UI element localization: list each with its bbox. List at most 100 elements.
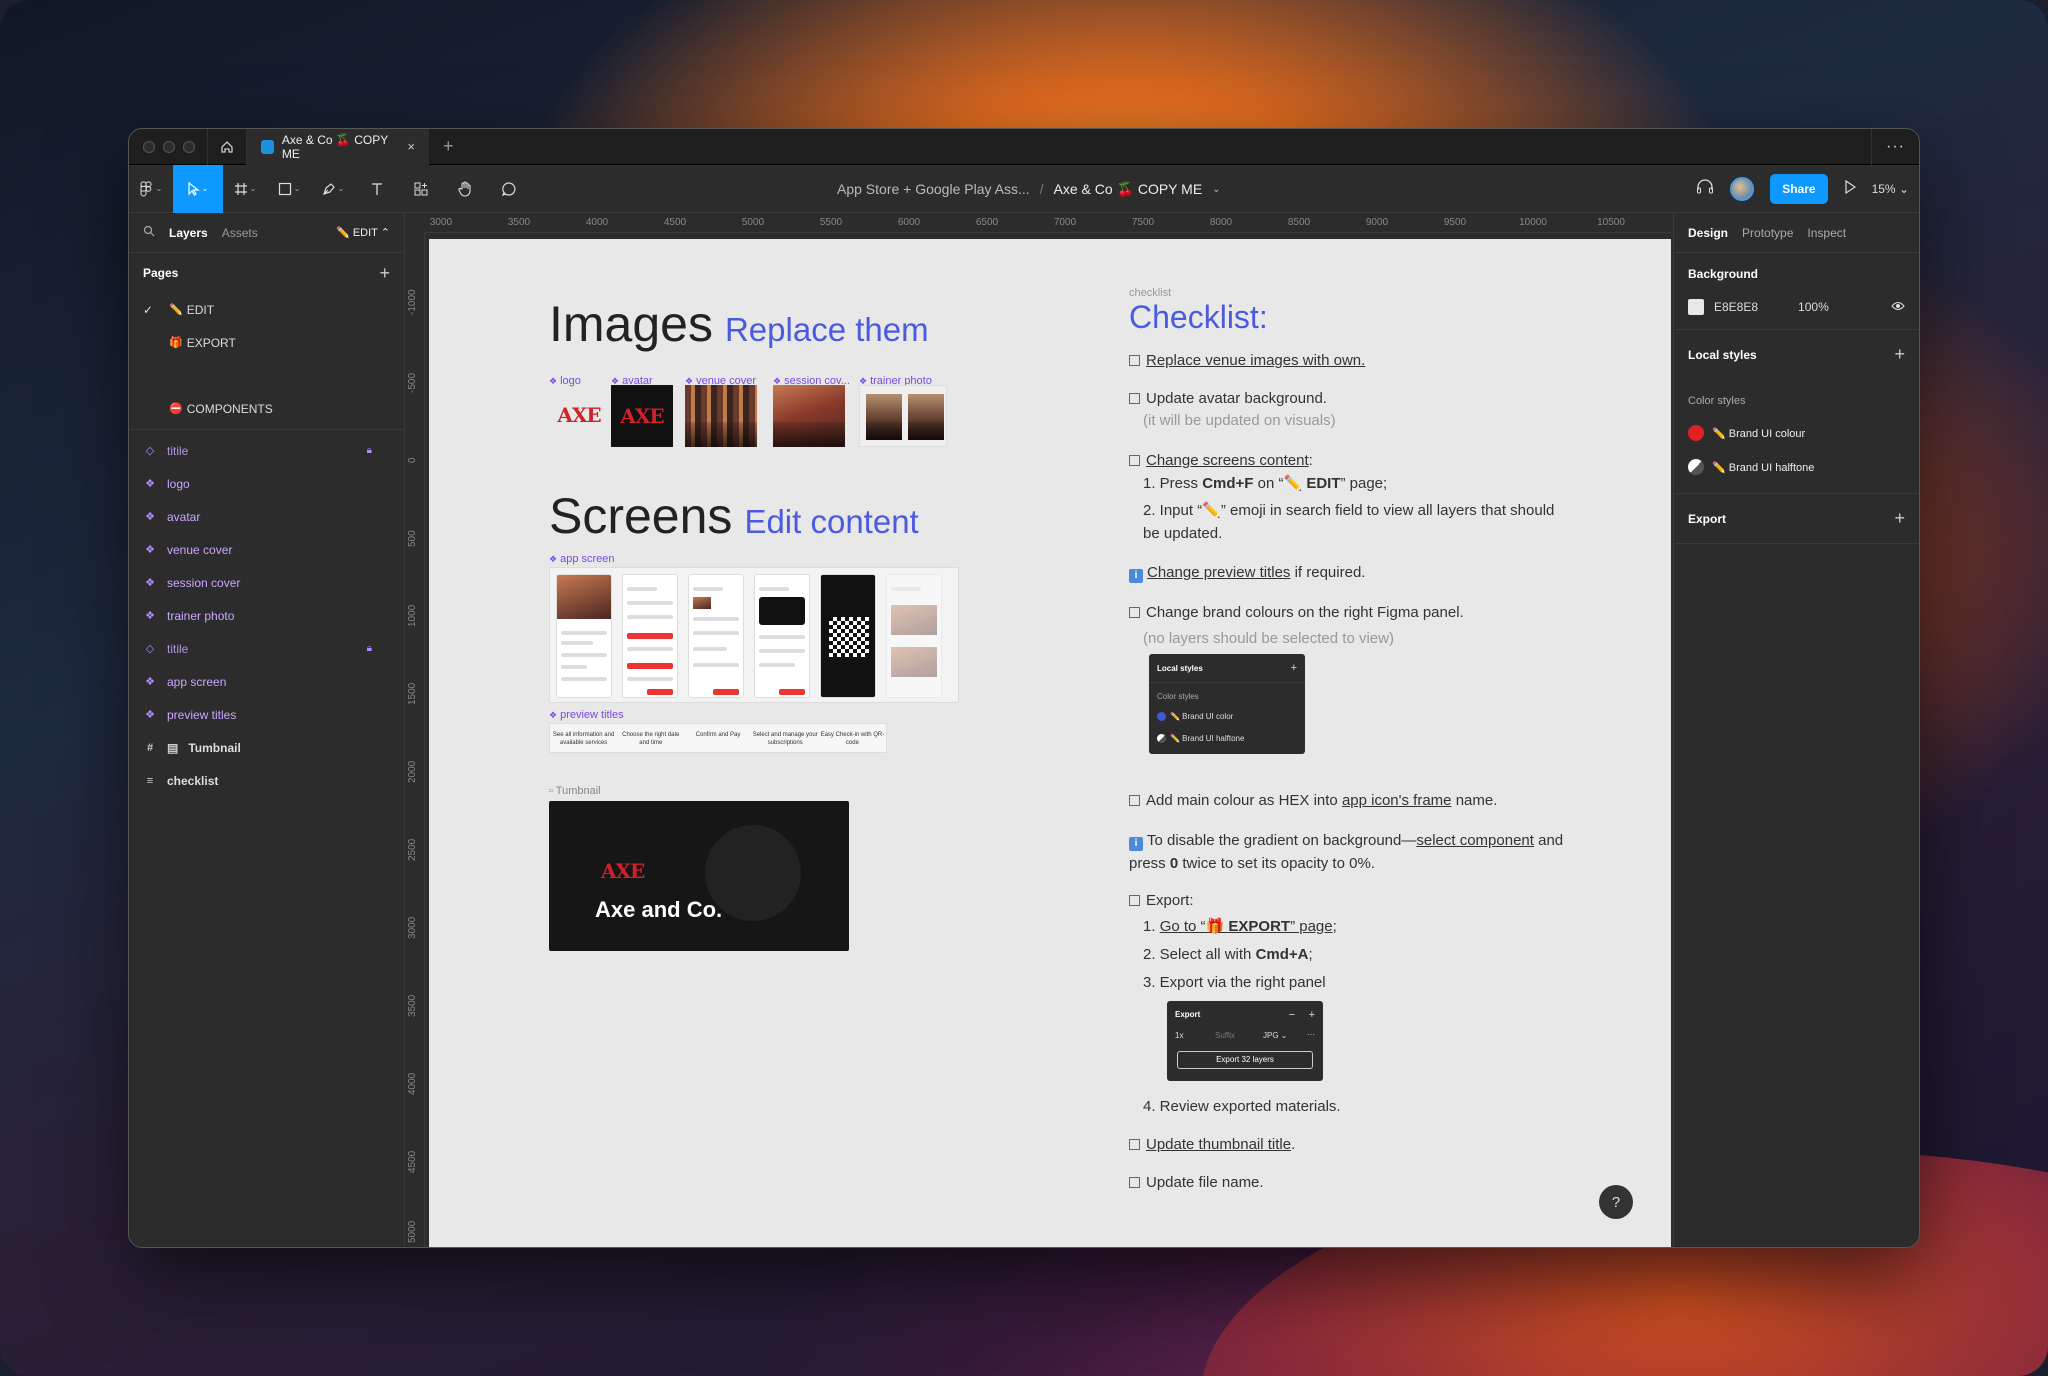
text-line — [693, 647, 727, 651]
layer-label: avatar — [167, 509, 201, 524]
color-style-item[interactable]: ✏️ Brand UI halftone — [1688, 459, 1905, 475]
layer-item[interactable]: ❖ preview titles — [129, 698, 404, 731]
page-icon: 🎁 — [169, 337, 183, 349]
pen-tool-icon[interactable]: ⌄ — [311, 165, 355, 213]
layer-item[interactable]: ≡ checklist — [129, 764, 404, 797]
mini-style-label: ✏️ Brand UI halftone — [1170, 734, 1245, 743]
new-tab-button[interactable]: + — [429, 136, 468, 157]
component-icon: ❖ — [145, 511, 155, 523]
text-line — [561, 641, 593, 645]
checkbox-icon[interactable] — [1129, 795, 1140, 806]
lock-icon[interactable]: 🔒︎ — [367, 445, 372, 456]
move-tool-icon[interactable]: ⌄ — [173, 164, 223, 213]
add-export-button[interactable]: + — [1894, 508, 1905, 529]
eye-icon[interactable] — [1891, 300, 1905, 314]
step-link[interactable]: Go to “🎁 EXPORT” page — [1160, 918, 1333, 935]
checklist-text: : — [1308, 452, 1313, 469]
add-page-button[interactable]: + — [379, 263, 390, 284]
app-screen-component-label[interactable]: ❖ app screen — [549, 553, 615, 565]
text-line — [693, 617, 739, 621]
trainer-photo-frame[interactable] — [859, 385, 947, 447]
tab-design[interactable]: Design — [1688, 226, 1728, 240]
tab-assets[interactable]: Assets — [222, 226, 258, 240]
comment-tool-icon[interactable] — [487, 165, 531, 213]
layer-item[interactable]: ❖ avatar — [129, 500, 404, 533]
breadcrumb-file[interactable]: Axe & Co 🍒 COPY ME — [1054, 181, 1203, 198]
preview-titles-component-label[interactable]: ❖ preview titles — [549, 709, 624, 721]
maximize-window-button[interactable] — [183, 140, 195, 153]
checklist-text: name. — [1451, 792, 1498, 809]
checklist-text: Replace venue images with own. — [1146, 352, 1366, 369]
tab-inspect[interactable]: Inspect — [1807, 226, 1846, 240]
color-style-item[interactable]: ✏️ Brand UI colour — [1688, 425, 1905, 441]
home-icon[interactable] — [207, 129, 247, 165]
checklist-item: Update file name. — [1129, 1171, 1569, 1194]
minimize-window-button[interactable] — [163, 140, 175, 153]
frame-tool-icon[interactable]: ⌄ — [223, 165, 267, 213]
ruler-tick: 10500 — [1597, 217, 1625, 228]
checkbox-icon[interactable] — [1129, 1139, 1140, 1150]
session-cover-image[interactable] — [773, 385, 845, 447]
screens-heading[interactable]: Screens Edit content — [549, 487, 919, 545]
thumbnail-frame[interactable]: AXE Axe and Co. — [549, 801, 849, 951]
background-swatch[interactable] — [1688, 299, 1704, 315]
layer-item[interactable]: ❖ logo — [129, 467, 404, 500]
audio-icon[interactable] — [1696, 178, 1714, 200]
add-style-button[interactable]: + — [1894, 344, 1905, 365]
text-tool-icon[interactable] — [355, 165, 399, 213]
logo-image[interactable]: AXE — [549, 385, 609, 445]
hand-tool-icon[interactable] — [443, 165, 487, 213]
page-item-edit[interactable]: ✓ ✏️ EDIT — [129, 293, 404, 326]
file-tab[interactable]: Axe & Co 🍒 COPY ME × — [247, 129, 429, 165]
checklist-step: 2. Select all with Cmd+A; — [1143, 943, 1563, 966]
checkbox-icon[interactable] — [1129, 355, 1140, 366]
venue-cover-image[interactable] — [685, 385, 757, 447]
page-item-spacer — [129, 359, 404, 392]
close-window-button[interactable] — [143, 140, 155, 153]
chevron-down-icon[interactable]: ⌄ — [1212, 184, 1220, 195]
lock-icon[interactable]: 🔒︎ — [367, 643, 372, 654]
checkbox-icon[interactable] — [1129, 1177, 1140, 1188]
breadcrumb: App Store + Google Play Ass... / Axe & C… — [837, 165, 1221, 213]
zoom-level[interactable]: 15% ⌄ — [1872, 182, 1909, 196]
user-avatar[interactable] — [1730, 177, 1755, 201]
avatar-image[interactable]: AXE — [611, 385, 673, 447]
shape-tool-icon[interactable]: ⌄ — [267, 165, 311, 213]
checklist-item: Export: — [1129, 889, 1569, 912]
tab-prototype[interactable]: Prototype — [1742, 226, 1793, 240]
background-hex[interactable]: E8E8E8 — [1714, 300, 1758, 314]
layer-item[interactable]: ❖ session cover — [129, 566, 404, 599]
share-button[interactable]: Share — [1770, 174, 1828, 204]
layer-item[interactable]: ❖ venue cover — [129, 533, 404, 566]
layer-item[interactable]: ❖ trainer photo — [129, 599, 404, 632]
help-button[interactable]: ? — [1599, 1185, 1633, 1219]
layer-item[interactable]: # ▤ Tumbnail — [129, 731, 404, 764]
app-screens-frame[interactable] — [549, 567, 959, 703]
page-item-components[interactable]: ⛔ COMPONENTS — [129, 392, 404, 425]
tab-layers[interactable]: Layers — [169, 226, 208, 240]
layer-item[interactable]: ◇ titile 🔒︎ — [129, 434, 404, 467]
layer-item[interactable]: ❖ app screen — [129, 665, 404, 698]
checklist-step: 1. Go to “🎁 EXPORT” page; — [1143, 915, 1563, 938]
checkbox-icon[interactable] — [1129, 607, 1140, 618]
present-icon[interactable] — [1844, 179, 1856, 199]
main-menu-icon[interactable]: ⌄ — [129, 165, 173, 213]
close-tab-icon[interactable]: × — [407, 139, 415, 154]
page-selector[interactable]: ✏️ EDIT ⌃ — [336, 226, 390, 239]
background-opacity[interactable]: 100% — [1798, 300, 1829, 314]
search-icon[interactable] — [143, 225, 155, 240]
page-item-export[interactable]: 🎁 EXPORT — [129, 326, 404, 359]
more-options-icon[interactable]: ··· — [1871, 129, 1919, 165]
checkbox-icon[interactable] — [1129, 895, 1140, 906]
images-heading[interactable]: Images Replace them — [549, 295, 929, 353]
breadcrumb-project[interactable]: App Store + Google Play Ass... — [837, 181, 1030, 197]
design-canvas[interactable]: Images Replace them ❖ logo ❖ avatar ❖ venue … — [429, 239, 1671, 1247]
checklist-frame-label[interactable]: checklist — [1129, 287, 1171, 299]
checkbox-icon[interactable] — [1129, 393, 1140, 404]
preview-titles-strip[interactable]: See all information and available servic… — [549, 723, 887, 753]
layer-item[interactable]: ◇ titile 🔒︎ — [129, 632, 404, 665]
checkbox-icon[interactable] — [1129, 455, 1140, 466]
color-style-label: ✏️ Brand UI halftone — [1712, 461, 1815, 474]
thumbnail-frame-label[interactable]: ▫ Tumbnail — [549, 785, 601, 797]
resources-tool-icon[interactable] — [399, 165, 443, 213]
